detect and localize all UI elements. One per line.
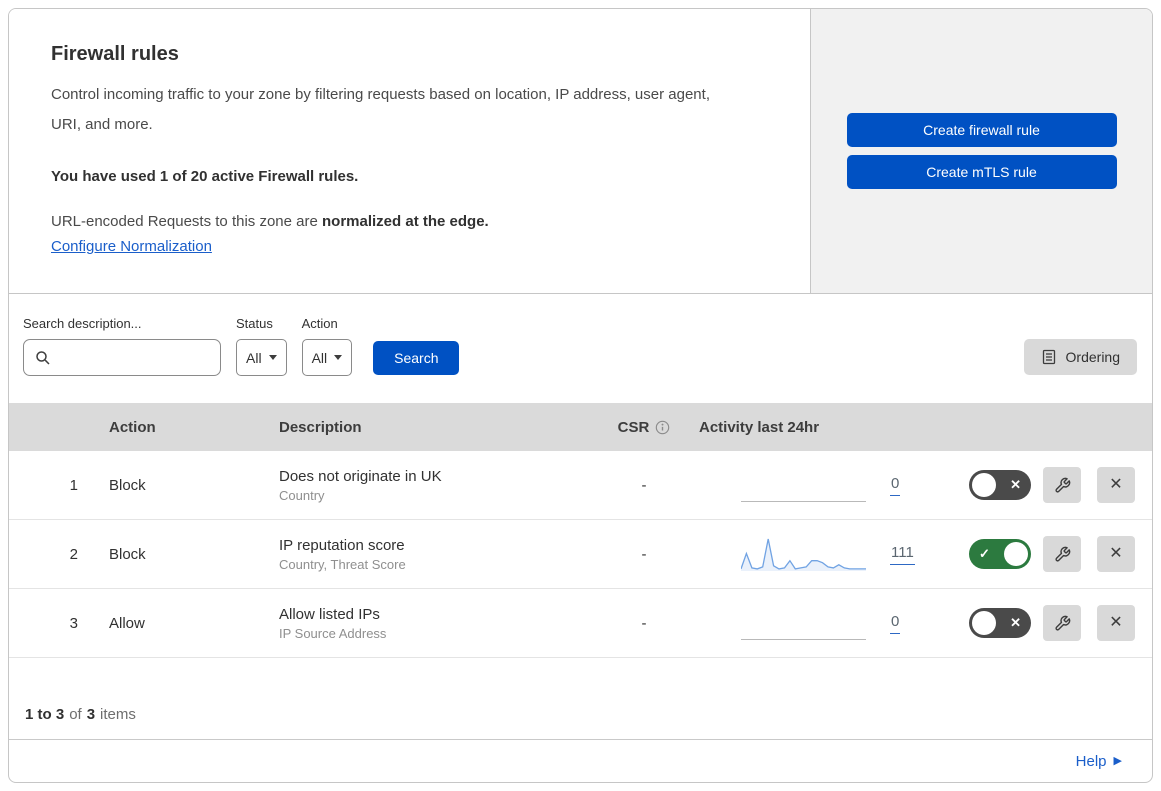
usage-note: You have used 1 of 20 active Firewall ru… [51, 168, 359, 185]
info-icon[interactable] [655, 420, 670, 435]
activity-sparkline [741, 603, 866, 643]
summary-range: 1 to 3 [25, 706, 65, 723]
chevron-down-icon [268, 355, 277, 360]
action-dropdown-value: All [311, 349, 328, 366]
column-header-activity: Activity last 24hr [699, 418, 820, 436]
help-bar: Help ▶ [9, 739, 1152, 782]
close-icon: ✕ [1109, 476, 1123, 493]
activity-sparkline [740, 534, 866, 574]
header-info: Firewall rules Control incoming traffic … [9, 9, 811, 293]
rule-activity-cell: 0 [699, 603, 959, 643]
page-description: Control incoming traffic to your zone by… [51, 86, 710, 133]
wrench-icon [1054, 477, 1070, 493]
rule-action: Allow [109, 614, 145, 632]
wrench-icon [1054, 615, 1070, 631]
status-label: Status [236, 316, 273, 331]
rule-description: Does not originate in UK [279, 467, 442, 485]
column-header-csr: CSR [589, 419, 699, 436]
rule-description: Allow listed IPs [279, 605, 380, 623]
column-header-description: Description [279, 418, 362, 436]
rule-controls: ✓ ✕ [959, 536, 1152, 572]
rule-action: Block [109, 545, 146, 563]
pagination-summary: 1 to 3 of 3 items [25, 706, 136, 723]
firewall-rules-page: Firewall rules Control incoming traffic … [0, 0, 1161, 791]
ordering-button[interactable]: Ordering [1023, 339, 1137, 375]
rule-enabled-toggle[interactable]: ✕ [969, 470, 1031, 500]
status-dropdown[interactable]: All [236, 339, 287, 376]
caret-right-icon: ▶ [1113, 754, 1122, 767]
rule-description: IP reputation score [279, 536, 405, 554]
rule-csr-value: - [641, 545, 647, 563]
rule-description-cell: Allow listed IPs IP Source Address [279, 606, 589, 641]
toggle-knob [1004, 542, 1028, 566]
toggle-state-icon: ✕ [1010, 615, 1021, 630]
rule-fields: Country, Threat Score [279, 556, 406, 572]
edit-rule-button[interactable] [1043, 536, 1081, 572]
list-document-icon [1042, 349, 1055, 365]
configure-normalization-link[interactable]: Configure Normalization [51, 238, 212, 255]
activity-count-link[interactable]: 111 [890, 544, 915, 565]
delete-rule-button[interactable]: ✕ [1097, 605, 1135, 641]
rule-activity-cell: 0 [699, 465, 959, 505]
search-label: Search description... [23, 316, 142, 331]
toggle-knob [972, 611, 996, 635]
chevron-down-icon [334, 355, 343, 360]
toggle-state-icon: ✓ [979, 546, 990, 561]
filters-bar: Search description... Status All Action … [9, 294, 1152, 403]
search-button[interactable]: Search [373, 341, 460, 375]
toggle-state-icon: ✕ [1010, 477, 1021, 492]
delete-rule-button[interactable]: ✕ [1097, 467, 1135, 503]
normalization-note: URL-encoded Requests to this zone are no… [51, 213, 489, 230]
action-dropdown[interactable]: All [301, 339, 353, 376]
rule-fields: Country [279, 487, 325, 503]
search-field: Search description... [23, 316, 221, 376]
create-firewall-rule-button[interactable]: Create firewall rule [846, 113, 1117, 147]
activity-count-link[interactable]: 0 [890, 613, 901, 634]
table-row: 1 Block Does not originate in UK Country… [9, 451, 1152, 520]
delete-rule-button[interactable]: ✕ [1097, 536, 1135, 572]
rule-csr-value: - [641, 476, 647, 494]
toggle-knob [972, 473, 996, 497]
action-label: Action [301, 316, 338, 331]
help-link[interactable]: Help ▶ [1076, 753, 1122, 770]
rule-priority: 1 [69, 476, 78, 494]
search-input-box[interactable] [23, 339, 221, 376]
summary-total: 3 [86, 706, 96, 723]
rule-description-cell: Does not originate in UK Country [279, 468, 589, 503]
activity-count-link[interactable]: 0 [890, 475, 901, 496]
help-label: Help [1075, 752, 1107, 770]
actions-panel: Create firewall rule Create mTLS rule [811, 9, 1152, 293]
table-row: 2 Block IP reputation score Country, Thr… [9, 520, 1152, 589]
close-icon: ✕ [1109, 614, 1123, 631]
rule-enabled-toggle[interactable]: ✓ [969, 539, 1031, 569]
rule-controls: ✕ ✕ [959, 605, 1152, 641]
rule-fields: IP Source Address [279, 625, 387, 641]
rule-priority: 3 [69, 614, 78, 632]
rule-activity-cell: 111 [699, 534, 959, 574]
action-field: Action All [301, 316, 353, 376]
table-row: 3 Allow Allow listed IPs IP Source Addre… [9, 589, 1152, 658]
rule-csr-value: - [641, 614, 647, 632]
status-field: Status All [236, 316, 287, 376]
search-icon [36, 350, 50, 365]
search-input[interactable] [58, 348, 212, 367]
rule-controls: ✕ ✕ [959, 467, 1152, 503]
activity-sparkline [741, 465, 866, 505]
status-dropdown-value: All [246, 349, 262, 366]
header-section: Firewall rules Control incoming traffic … [9, 9, 1152, 294]
create-mtls-rule-button[interactable]: Create mTLS rule [846, 155, 1117, 189]
wrench-icon [1054, 546, 1070, 562]
ordering-button-label: Ordering [1065, 349, 1120, 365]
rule-description-cell: IP reputation score Country, Threat Scor… [279, 537, 589, 572]
column-header-action: Action [109, 418, 156, 436]
rule-action: Block [109, 476, 146, 494]
rule-priority: 2 [69, 545, 78, 563]
page-title: Firewall rules [51, 43, 179, 65]
main-card: Firewall rules Control incoming traffic … [8, 8, 1153, 783]
rule-enabled-toggle[interactable]: ✕ [969, 608, 1031, 638]
edit-rule-button[interactable] [1043, 605, 1081, 641]
table-header-row: Action Description CSR Activity last 24h… [9, 403, 1152, 451]
close-icon: ✕ [1109, 545, 1123, 562]
edit-rule-button[interactable] [1043, 467, 1081, 503]
